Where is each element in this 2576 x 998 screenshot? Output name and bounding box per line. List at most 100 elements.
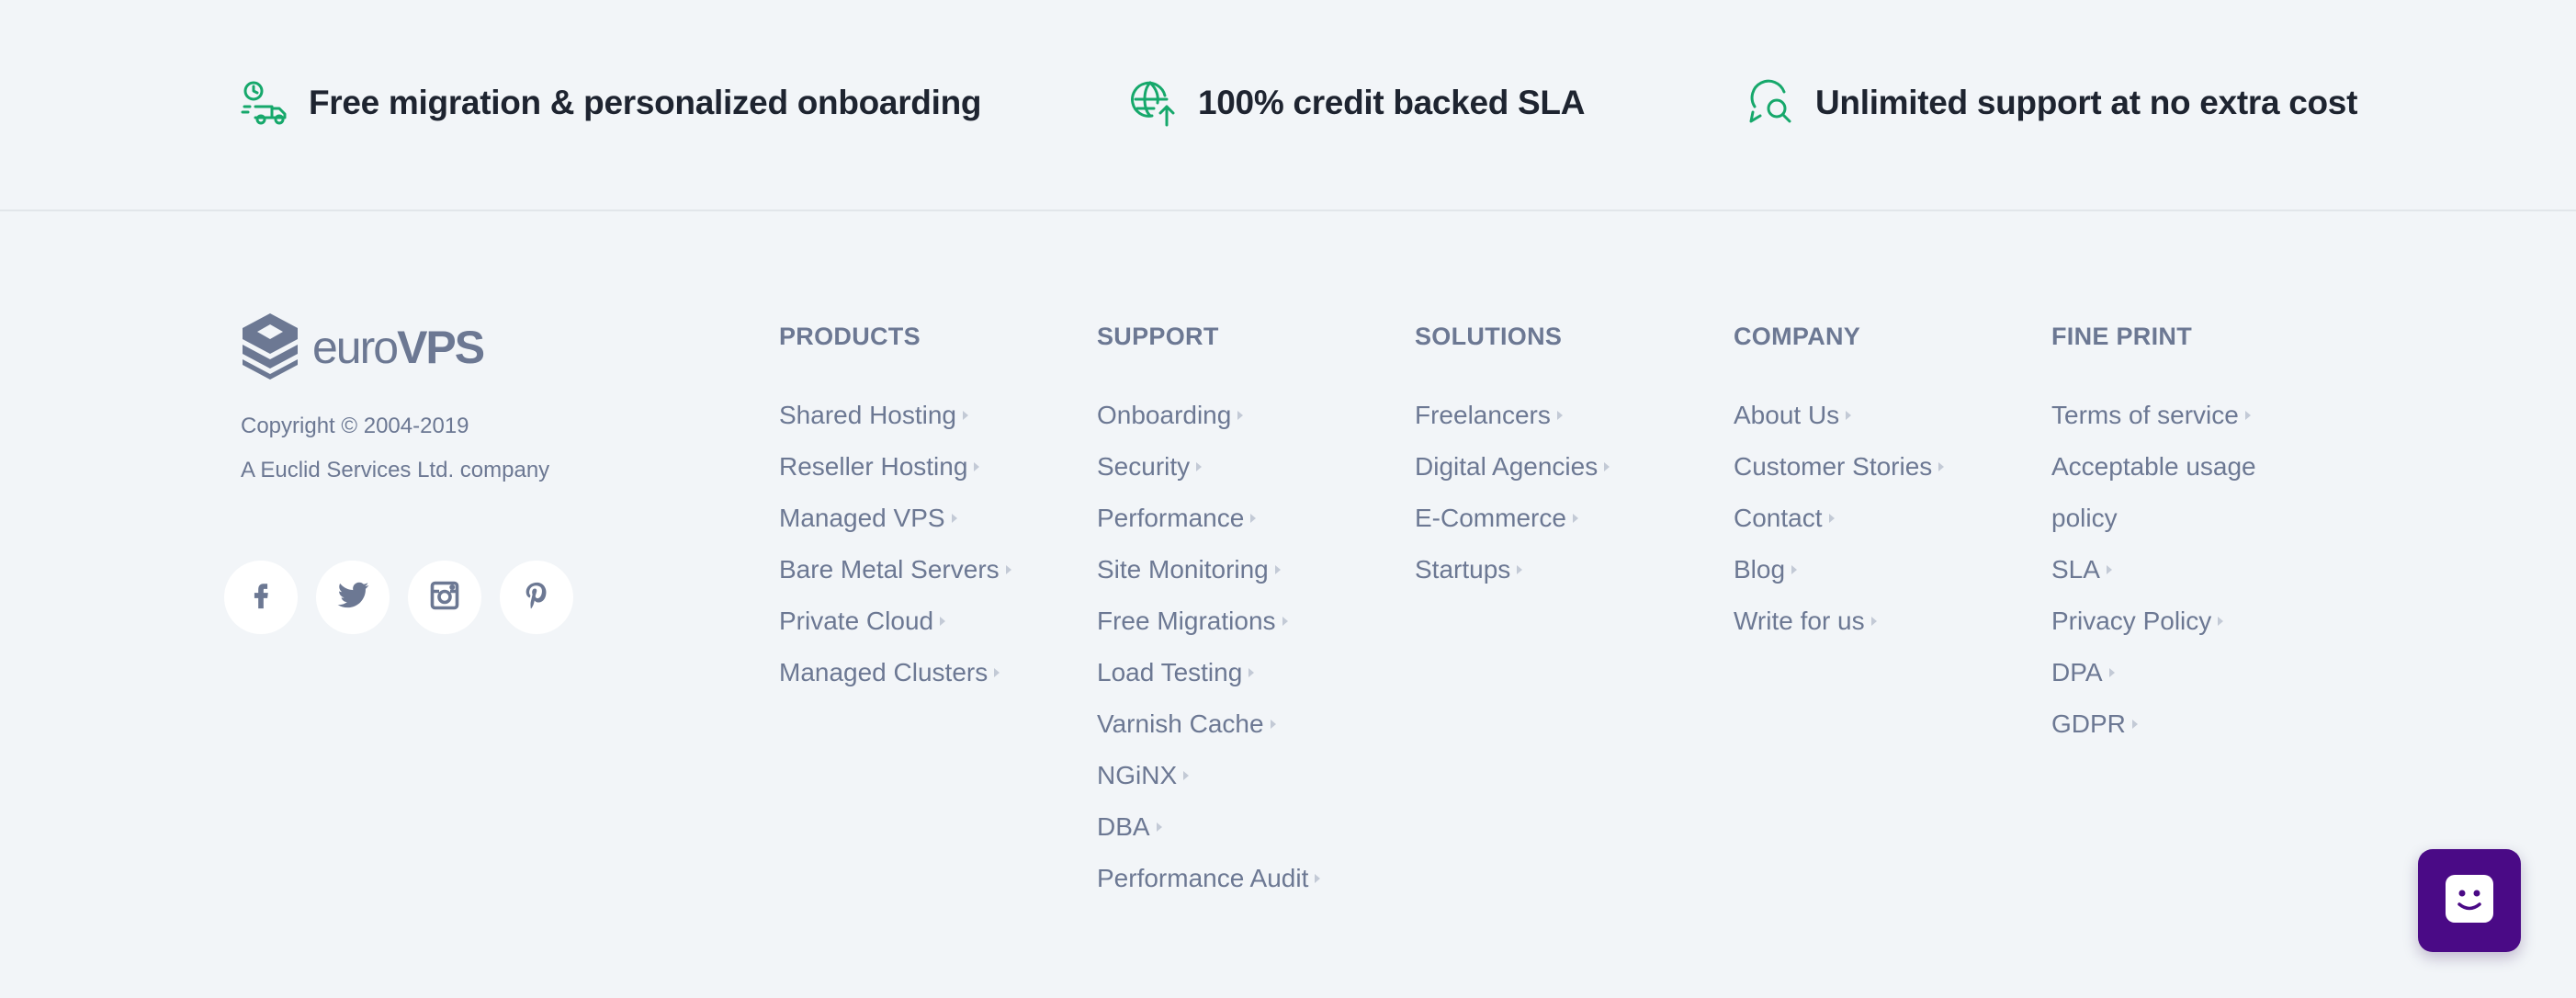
instagram-link[interactable] [408,561,481,634]
logo-wordmark: euroVPS [312,322,485,373]
feature-text: 100% credit backed SLA [1198,84,1586,121]
caret-right-icon [1250,513,1257,523]
footer-link-load-testing[interactable]: Load Testing [1097,658,1255,686]
link-list: About Us Customer Stories Contact Blog W… [1734,390,2009,647]
list-item: SLA [2051,544,2327,595]
footer-link-security[interactable]: Security [1097,452,1203,481]
facebook-link[interactable] [224,561,298,634]
link-label: Shared Hosting [779,401,957,429]
link-list: Freelancers Digital Agencies E-Commerce … [1415,390,1690,595]
caret-right-icon [1315,873,1321,883]
footer-link-managed-clusters[interactable]: Managed Clusters [779,658,1000,686]
logo-word-bold: VPS [397,322,485,373]
footer-link-shared-hosting[interactable]: Shared Hosting [779,401,969,429]
list-item: Terms of service [2051,390,2327,441]
footer-link-contact[interactable]: Contact [1734,504,1835,532]
stack-logo-icon [241,312,299,384]
list-item: Bare Metal Servers [779,544,1055,595]
caret-right-icon [1196,461,1203,471]
footer-link-reseller-hosting[interactable]: Reseller Hosting [779,452,980,481]
list-item: DBA [1097,801,1373,853]
footer-link-freelancers[interactable]: Freelancers [1415,401,1563,429]
caret-right-icon [1828,513,1835,523]
footer-link-acceptable-usage[interactable]: Acceptable usage [2051,452,2256,481]
footer-link-gdpr[interactable]: GDPR [2051,709,2138,738]
company-text: A Euclid Services Ltd. company [241,458,550,482]
caret-right-icon [2131,719,2138,729]
logo-word-light: euro [312,322,399,373]
eurovps-logo[interactable]: euroVPS [241,311,549,384]
caret-right-icon [1248,667,1255,677]
link-label: Performance [1097,504,1245,532]
link-label: Freelancers [1415,401,1551,429]
link-label: Managed Clusters [779,658,989,686]
footer-link-onboarding[interactable]: Onboarding [1097,401,1244,429]
caret-right-icon [2108,667,2115,677]
caret-right-icon [1938,461,1945,471]
column-heading: SUPPORT [1097,323,1219,350]
footer-column-products: PRODUCTS Shared Hosting Reseller Hosting… [779,318,1055,698]
list-item: Shared Hosting [779,390,1055,441]
footer-link-performance-audit[interactable]: Performance Audit [1097,864,1321,892]
caret-right-icon [1156,822,1162,832]
footer-column-fine-print: FINE PRINT Terms of service Acceptable u… [2051,318,2327,750]
features-strip: Free migration & personalized onboarding… [0,0,2576,211]
caret-right-icon [951,513,957,523]
globe-upload-icon [1130,79,1178,127]
footer-link-free-migrations[interactable]: Free Migrations [1097,607,1288,635]
footer-link-privacy-policy[interactable]: Privacy Policy [2051,607,2224,635]
footer-link-managed-vps[interactable]: Managed VPS [779,504,957,532]
twitter-link[interactable] [316,561,390,634]
link-label: About Us [1734,401,1840,429]
list-item: Private Cloud [779,595,1055,647]
footer-link-nginx[interactable]: NGiNX [1097,761,1190,789]
footer-column-solutions: SOLUTIONS Freelancers Digital Agencies E… [1415,318,1690,595]
footer-link-performance[interactable]: Performance [1097,504,1257,532]
footer-link-startups[interactable]: Startups [1415,555,1523,584]
list-item: Site Monitoring [1097,544,1373,595]
list-item: Freelancers [1415,390,1690,441]
list-item: Managed VPS [779,493,1055,544]
footer-column-support: SUPPORT Onboarding Security Performance … [1097,318,1373,904]
footer-link-blog[interactable]: Blog [1734,555,1798,584]
truck-clock-icon [241,79,288,127]
caret-right-icon [994,667,1000,677]
footer-link-sla[interactable]: SLA [2051,555,2112,584]
footer-link-terms-of-service[interactable]: Terms of service [2051,401,2251,429]
footer-link-customer-stories[interactable]: Customer Stories [1734,452,1945,481]
link-label: Acceptable usage [2051,452,2256,481]
caret-right-icon [1517,564,1523,574]
footer-link-private-cloud[interactable]: Private Cloud [779,607,946,635]
pinterest-link[interactable] [500,561,573,634]
footer-link-digital-agencies[interactable]: Digital Agencies [1415,452,1610,481]
caret-right-icon [1183,770,1190,780]
caret-right-icon [940,616,946,626]
footer-brand: euroVPS Copyright © 2004-2019 A Euclid S… [241,311,549,493]
caret-right-icon [1274,564,1281,574]
social-links [224,561,592,634]
footer-link-e-commerce[interactable]: E-Commerce [1415,504,1578,532]
link-label: Load Testing [1097,658,1243,686]
support-search-icon [1747,79,1795,127]
footer-link-varnish-cache[interactable]: Varnish Cache [1097,709,1276,738]
footer-link-site-monitoring[interactable]: Site Monitoring [1097,555,1281,584]
list-item: Write for us [1734,595,2009,647]
instagram-icon [428,579,461,617]
copyright-text: Copyright © 2004-2019 [241,414,469,438]
footer-link-dba[interactable]: DBA [1097,812,1162,841]
column-heading: SOLUTIONS [1415,323,1563,350]
footer-link-about-us[interactable]: About Us [1734,401,1852,429]
footer-link-acceptable-usage-policy[interactable]: policy [2051,504,2118,532]
link-label: DBA [1097,812,1150,841]
footer-link-bare-metal-servers[interactable]: Bare Metal Servers [779,555,1011,584]
list-item: Digital Agencies [1415,441,1690,493]
twitter-icon [335,578,370,618]
link-label: GDPR [2051,709,2126,738]
chat-widget-button[interactable] [2418,849,2521,952]
link-label: NGiNX [1097,761,1178,789]
link-label: Free Migrations [1097,607,1276,635]
footer-link-dpa[interactable]: DPA [2051,658,2115,686]
footer-link-write-for-us[interactable]: Write for us [1734,607,1877,635]
list-item: Performance [1097,493,1373,544]
list-item: Reseller Hosting [779,441,1055,493]
